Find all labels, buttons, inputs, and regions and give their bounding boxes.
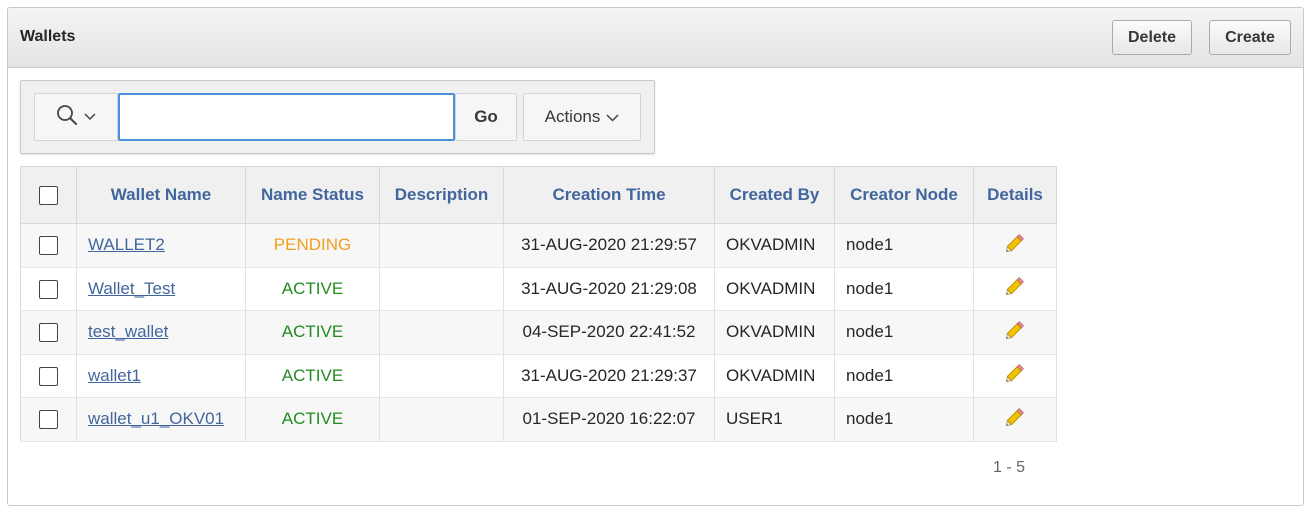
row-select-cell <box>20 397 77 442</box>
row-select-cell <box>20 354 77 398</box>
creator-node-cell: node1 <box>834 354 974 398</box>
wallets-region: Wallets Delete Create Go Actions Wallet … <box>7 7 1304 506</box>
wallet-name-link[interactable]: WALLET2 <box>88 235 165 254</box>
page-title: Wallets <box>20 28 76 45</box>
name-status-cell: ACTIVE <box>245 267 380 311</box>
created-by-cell: OKVADMIN <box>714 267 835 311</box>
pencil-edit-icon[interactable] <box>1002 360 1028 391</box>
go-button[interactable]: Go <box>455 93 517 141</box>
details-cell <box>973 223 1057 268</box>
actions-label: Actions <box>544 107 601 126</box>
creator-node-cell: node1 <box>834 310 974 355</box>
column-header-created-by[interactable]: Created By <box>714 166 835 224</box>
pencil-edit-icon[interactable] <box>1002 404 1028 435</box>
pencil-edit-icon[interactable] <box>1002 230 1028 261</box>
column-header-name-status[interactable]: Name Status <box>245 166 380 224</box>
row-select-cell <box>20 310 77 355</box>
row-select-cell <box>20 223 77 268</box>
region-header: Wallets Delete Create <box>8 8 1303 68</box>
row-checkbox[interactable] <box>39 410 58 430</box>
column-header-creation-time[interactable]: Creation Time <box>503 166 715 224</box>
table-row: test_wallet ACTIVE 04-SEP-2020 22:41:52 … <box>20 310 1057 355</box>
wallet-name-link[interactable]: Wallet_Test <box>88 279 175 298</box>
create-button[interactable]: Create <box>1209 20 1291 55</box>
wallets-table: Wallet Name Name Status Description Crea… <box>20 166 1057 442</box>
table-row: WALLET2 PENDING 31-AUG-2020 21:29:57 OKV… <box>20 223 1057 268</box>
row-checkbox[interactable] <box>39 366 58 386</box>
wallet-name-link[interactable]: wallet_u1_OKV01 <box>88 409 224 428</box>
select-all-checkbox[interactable] <box>39 186 58 205</box>
wallet-name-link[interactable]: wallet1 <box>88 366 141 385</box>
details-cell <box>973 397 1057 442</box>
wallet-name-cell: Wallet_Test <box>76 267 246 311</box>
description-cell <box>379 310 504 355</box>
creator-node-cell: node1 <box>834 223 974 268</box>
creation-time-cell: 31-AUG-2020 21:29:37 <box>503 354 715 398</box>
search-input[interactable] <box>118 93 455 141</box>
description-cell <box>379 397 504 442</box>
pencil-edit-icon[interactable] <box>1002 273 1028 304</box>
creator-node-cell: node1 <box>834 267 974 311</box>
chevron-down-icon <box>606 107 619 127</box>
delete-button[interactable]: Delete <box>1112 20 1192 55</box>
details-cell <box>973 267 1057 311</box>
wallet-name-cell: test_wallet <box>76 310 246 355</box>
created-by-cell: OKVADMIN <box>714 310 835 355</box>
name-status-cell: ACTIVE <box>245 310 380 355</box>
description-cell <box>379 354 504 398</box>
wallet-name-link[interactable]: test_wallet <box>88 322 168 341</box>
column-header-creator-node[interactable]: Creator Node <box>834 166 974 224</box>
column-header-description[interactable]: Description <box>379 166 504 224</box>
search-toolbar: Go Actions <box>20 80 655 154</box>
name-status-cell: PENDING <box>245 223 380 268</box>
created-by-cell: OKVADMIN <box>714 354 835 398</box>
table-row: wallet1 ACTIVE 31-AUG-2020 21:29:37 OKVA… <box>20 354 1057 398</box>
description-cell <box>379 223 504 268</box>
details-cell <box>973 310 1057 355</box>
table-row: Wallet_Test ACTIVE 31-AUG-2020 21:29:08 … <box>20 267 1057 311</box>
pagination-range: 1 - 5 <box>993 459 1026 476</box>
description-cell <box>379 267 504 311</box>
creator-node-cell: node1 <box>834 397 974 442</box>
row-checkbox[interactable] <box>39 279 58 299</box>
creation-time-cell: 31-AUG-2020 21:29:08 <box>503 267 715 311</box>
row-select-cell <box>20 267 77 311</box>
details-cell <box>973 354 1057 398</box>
created-by-cell: OKVADMIN <box>714 223 835 268</box>
row-checkbox[interactable] <box>39 236 58 256</box>
column-header-details: Details <box>973 166 1057 224</box>
row-checkbox[interactable] <box>39 323 58 343</box>
name-status-cell: ACTIVE <box>245 354 380 398</box>
creation-time-cell: 04-SEP-2020 22:41:52 <box>503 310 715 355</box>
created-by-cell: USER1 <box>714 397 835 442</box>
actions-menu-button[interactable]: Actions <box>523 93 641 141</box>
table-row: wallet_u1_OKV01 ACTIVE 01-SEP-2020 16:22… <box>20 397 1057 442</box>
wallet-name-cell: WALLET2 <box>76 223 246 268</box>
wallet-name-cell: wallet1 <box>76 354 246 398</box>
column-header-wallet-name[interactable]: Wallet Name <box>76 166 246 224</box>
search-column-menu[interactable] <box>34 93 118 141</box>
table-header-row: Wallet Name Name Status Description Crea… <box>20 166 1057 224</box>
search-icon <box>56 104 78 131</box>
name-status-cell: ACTIVE <box>245 397 380 442</box>
chevron-down-icon <box>84 108 96 126</box>
pencil-edit-icon[interactable] <box>1002 317 1028 348</box>
creation-time-cell: 31-AUG-2020 21:29:57 <box>503 223 715 268</box>
wallet-name-cell: wallet_u1_OKV01 <box>76 397 246 442</box>
select-all-header <box>20 166 77 224</box>
creation-time-cell: 01-SEP-2020 16:22:07 <box>503 397 715 442</box>
